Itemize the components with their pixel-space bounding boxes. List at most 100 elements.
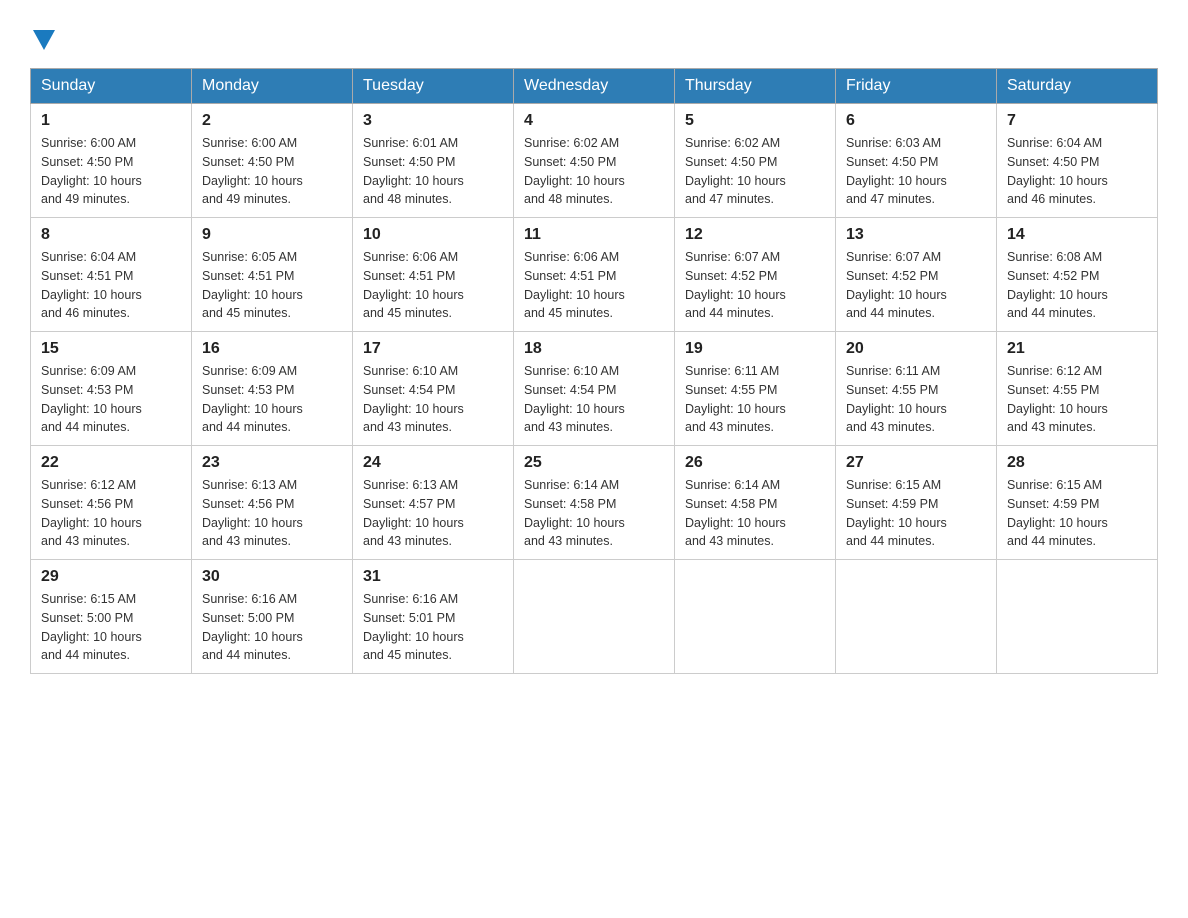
day-info: Sunrise: 6:08 AM Sunset: 4:52 PM Dayligh… bbox=[1007, 248, 1147, 323]
logo-text-block bbox=[30, 30, 55, 48]
calendar-cell: 8 Sunrise: 6:04 AM Sunset: 4:51 PM Dayli… bbox=[31, 218, 192, 332]
day-number: 20 bbox=[846, 340, 986, 358]
day-number: 3 bbox=[363, 112, 503, 130]
day-number: 23 bbox=[202, 454, 342, 472]
calendar-cell bbox=[514, 560, 675, 674]
calendar-cell: 21 Sunrise: 6:12 AM Sunset: 4:55 PM Dayl… bbox=[997, 332, 1158, 446]
day-number: 1 bbox=[41, 112, 181, 130]
day-info: Sunrise: 6:12 AM Sunset: 4:55 PM Dayligh… bbox=[1007, 362, 1147, 437]
day-number: 4 bbox=[524, 112, 664, 130]
day-number: 29 bbox=[41, 568, 181, 586]
calendar-cell bbox=[836, 560, 997, 674]
day-info: Sunrise: 6:10 AM Sunset: 4:54 PM Dayligh… bbox=[524, 362, 664, 437]
day-info: Sunrise: 6:09 AM Sunset: 4:53 PM Dayligh… bbox=[202, 362, 342, 437]
day-info: Sunrise: 6:14 AM Sunset: 4:58 PM Dayligh… bbox=[524, 476, 664, 551]
day-info: Sunrise: 6:15 AM Sunset: 4:59 PM Dayligh… bbox=[1007, 476, 1147, 551]
day-number: 8 bbox=[41, 226, 181, 244]
calendar-cell: 1 Sunrise: 6:00 AM Sunset: 4:50 PM Dayli… bbox=[31, 104, 192, 218]
day-info: Sunrise: 6:09 AM Sunset: 4:53 PM Dayligh… bbox=[41, 362, 181, 437]
calendar-cell: 25 Sunrise: 6:14 AM Sunset: 4:58 PM Dayl… bbox=[514, 446, 675, 560]
day-info: Sunrise: 6:07 AM Sunset: 4:52 PM Dayligh… bbox=[685, 248, 825, 323]
day-info: Sunrise: 6:07 AM Sunset: 4:52 PM Dayligh… bbox=[846, 248, 986, 323]
calendar-cell: 18 Sunrise: 6:10 AM Sunset: 4:54 PM Dayl… bbox=[514, 332, 675, 446]
calendar-cell: 15 Sunrise: 6:09 AM Sunset: 4:53 PM Dayl… bbox=[31, 332, 192, 446]
day-number: 7 bbox=[1007, 112, 1147, 130]
calendar-cell: 24 Sunrise: 6:13 AM Sunset: 4:57 PM Dayl… bbox=[353, 446, 514, 560]
day-info: Sunrise: 6:06 AM Sunset: 4:51 PM Dayligh… bbox=[524, 248, 664, 323]
day-number: 28 bbox=[1007, 454, 1147, 472]
calendar-cell: 3 Sunrise: 6:01 AM Sunset: 4:50 PM Dayli… bbox=[353, 104, 514, 218]
calendar-cell: 11 Sunrise: 6:06 AM Sunset: 4:51 PM Dayl… bbox=[514, 218, 675, 332]
day-info: Sunrise: 6:02 AM Sunset: 4:50 PM Dayligh… bbox=[685, 134, 825, 209]
day-number: 9 bbox=[202, 226, 342, 244]
day-info: Sunrise: 6:15 AM Sunset: 4:59 PM Dayligh… bbox=[846, 476, 986, 551]
weekday-header-thursday: Thursday bbox=[675, 69, 836, 104]
weekday-header-friday: Friday bbox=[836, 69, 997, 104]
calendar-cell bbox=[997, 560, 1158, 674]
day-number: 5 bbox=[685, 112, 825, 130]
weekday-header-monday: Monday bbox=[192, 69, 353, 104]
day-number: 30 bbox=[202, 568, 342, 586]
day-info: Sunrise: 6:11 AM Sunset: 4:55 PM Dayligh… bbox=[846, 362, 986, 437]
day-number: 12 bbox=[685, 226, 825, 244]
calendar-cell: 30 Sunrise: 6:16 AM Sunset: 5:00 PM Dayl… bbox=[192, 560, 353, 674]
day-number: 22 bbox=[41, 454, 181, 472]
calendar-cell: 23 Sunrise: 6:13 AM Sunset: 4:56 PM Dayl… bbox=[192, 446, 353, 560]
day-info: Sunrise: 6:04 AM Sunset: 4:51 PM Dayligh… bbox=[41, 248, 181, 323]
calendar-cell: 29 Sunrise: 6:15 AM Sunset: 5:00 PM Dayl… bbox=[31, 560, 192, 674]
day-info: Sunrise: 6:03 AM Sunset: 4:50 PM Dayligh… bbox=[846, 134, 986, 209]
day-number: 2 bbox=[202, 112, 342, 130]
calendar-cell: 26 Sunrise: 6:14 AM Sunset: 4:58 PM Dayl… bbox=[675, 446, 836, 560]
day-number: 18 bbox=[524, 340, 664, 358]
calendar-cell: 4 Sunrise: 6:02 AM Sunset: 4:50 PM Dayli… bbox=[514, 104, 675, 218]
day-number: 27 bbox=[846, 454, 986, 472]
calendar-cell bbox=[675, 560, 836, 674]
day-info: Sunrise: 6:13 AM Sunset: 4:57 PM Dayligh… bbox=[363, 476, 503, 551]
weekday-header-saturday: Saturday bbox=[997, 69, 1158, 104]
calendar-cell: 5 Sunrise: 6:02 AM Sunset: 4:50 PM Dayli… bbox=[675, 104, 836, 218]
calendar-cell: 20 Sunrise: 6:11 AM Sunset: 4:55 PM Dayl… bbox=[836, 332, 997, 446]
logo bbox=[30, 30, 55, 48]
calendar-cell: 22 Sunrise: 6:12 AM Sunset: 4:56 PM Dayl… bbox=[31, 446, 192, 560]
day-info: Sunrise: 6:16 AM Sunset: 5:01 PM Dayligh… bbox=[363, 590, 503, 665]
calendar-cell: 9 Sunrise: 6:05 AM Sunset: 4:51 PM Dayli… bbox=[192, 218, 353, 332]
day-info: Sunrise: 6:06 AM Sunset: 4:51 PM Dayligh… bbox=[363, 248, 503, 323]
calendar-cell: 17 Sunrise: 6:10 AM Sunset: 4:54 PM Dayl… bbox=[353, 332, 514, 446]
day-number: 24 bbox=[363, 454, 503, 472]
day-info: Sunrise: 6:02 AM Sunset: 4:50 PM Dayligh… bbox=[524, 134, 664, 209]
day-number: 17 bbox=[363, 340, 503, 358]
day-info: Sunrise: 6:15 AM Sunset: 5:00 PM Dayligh… bbox=[41, 590, 181, 665]
day-info: Sunrise: 6:13 AM Sunset: 4:56 PM Dayligh… bbox=[202, 476, 342, 551]
day-info: Sunrise: 6:00 AM Sunset: 4:50 PM Dayligh… bbox=[41, 134, 181, 209]
calendar-cell: 10 Sunrise: 6:06 AM Sunset: 4:51 PM Dayl… bbox=[353, 218, 514, 332]
day-info: Sunrise: 6:16 AM Sunset: 5:00 PM Dayligh… bbox=[202, 590, 342, 665]
day-number: 14 bbox=[1007, 226, 1147, 244]
day-number: 19 bbox=[685, 340, 825, 358]
calendar-cell: 13 Sunrise: 6:07 AM Sunset: 4:52 PM Dayl… bbox=[836, 218, 997, 332]
calendar-cell: 27 Sunrise: 6:15 AM Sunset: 4:59 PM Dayl… bbox=[836, 446, 997, 560]
day-number: 11 bbox=[524, 226, 664, 244]
day-info: Sunrise: 6:04 AM Sunset: 4:50 PM Dayligh… bbox=[1007, 134, 1147, 209]
calendar-cell: 2 Sunrise: 6:00 AM Sunset: 4:50 PM Dayli… bbox=[192, 104, 353, 218]
calendar-cell: 28 Sunrise: 6:15 AM Sunset: 4:59 PM Dayl… bbox=[997, 446, 1158, 560]
calendar-cell: 31 Sunrise: 6:16 AM Sunset: 5:01 PM Dayl… bbox=[353, 560, 514, 674]
day-number: 10 bbox=[363, 226, 503, 244]
calendar-week-row: 29 Sunrise: 6:15 AM Sunset: 5:00 PM Dayl… bbox=[31, 560, 1158, 674]
day-info: Sunrise: 6:00 AM Sunset: 4:50 PM Dayligh… bbox=[202, 134, 342, 209]
weekday-header-wednesday: Wednesday bbox=[514, 69, 675, 104]
day-number: 21 bbox=[1007, 340, 1147, 358]
calendar-cell: 12 Sunrise: 6:07 AM Sunset: 4:52 PM Dayl… bbox=[675, 218, 836, 332]
day-info: Sunrise: 6:01 AM Sunset: 4:50 PM Dayligh… bbox=[363, 134, 503, 209]
day-info: Sunrise: 6:12 AM Sunset: 4:56 PM Dayligh… bbox=[41, 476, 181, 551]
day-number: 16 bbox=[202, 340, 342, 358]
calendar-cell: 16 Sunrise: 6:09 AM Sunset: 4:53 PM Dayl… bbox=[192, 332, 353, 446]
logo-triangle-icon bbox=[33, 30, 55, 50]
calendar-table: SundayMondayTuesdayWednesdayThursdayFrid… bbox=[30, 68, 1158, 674]
day-number: 31 bbox=[363, 568, 503, 586]
day-number: 6 bbox=[846, 112, 986, 130]
calendar-cell: 14 Sunrise: 6:08 AM Sunset: 4:52 PM Dayl… bbox=[997, 218, 1158, 332]
day-info: Sunrise: 6:10 AM Sunset: 4:54 PM Dayligh… bbox=[363, 362, 503, 437]
page-header bbox=[30, 30, 1158, 48]
weekday-header-sunday: Sunday bbox=[31, 69, 192, 104]
day-number: 25 bbox=[524, 454, 664, 472]
